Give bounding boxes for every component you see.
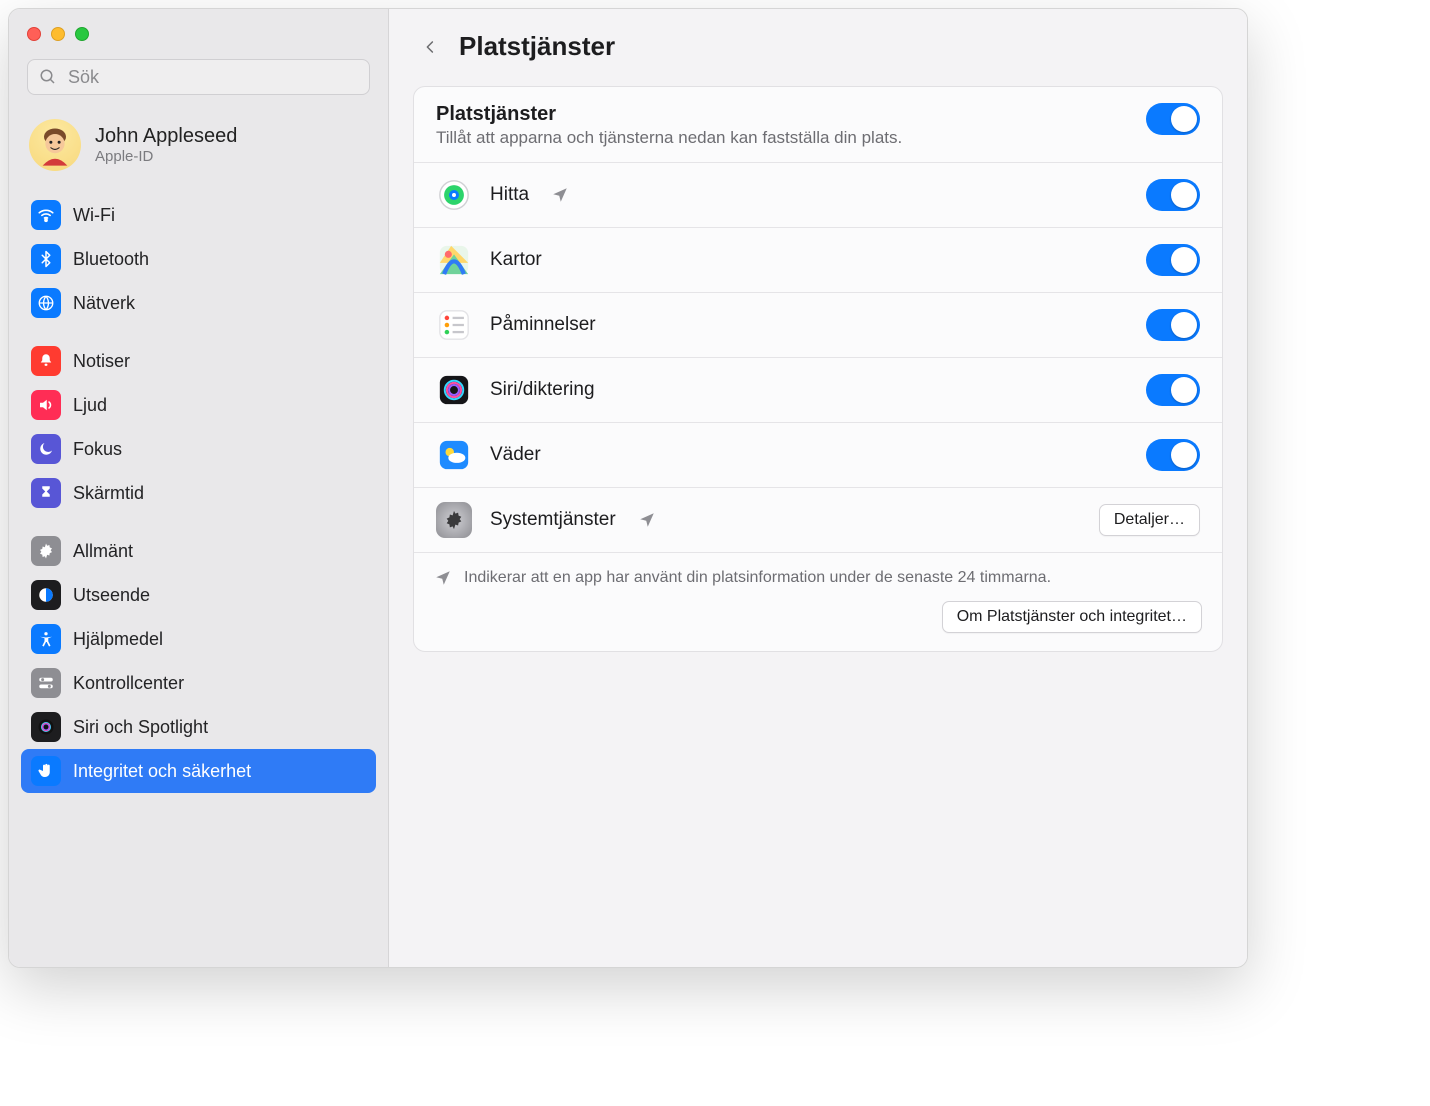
bell-icon: [31, 346, 61, 376]
findmy-icon: [436, 177, 472, 213]
sidebar-item-label: Utseende: [73, 585, 150, 606]
app-name: Väder: [490, 444, 541, 466]
siri-round-icon: [436, 372, 472, 408]
app-row-v-der: Väder: [414, 423, 1222, 488]
gear-icon: [436, 502, 472, 538]
search-input[interactable]: [27, 59, 370, 95]
app-row-p-minnelser: Påminnelser: [414, 293, 1222, 358]
sidebar-item-kontrollcenter[interactable]: Kontrollcenter: [21, 661, 376, 705]
sidebar-item-wi-fi[interactable]: Wi-Fi: [21, 193, 376, 237]
account-name: John Appleseed: [95, 125, 237, 148]
maximize-button[interactable]: [75, 27, 89, 41]
sidebar-item-utseende[interactable]: Utseende: [21, 573, 376, 617]
location-panel: Platstjänster Tillåt att apparna och tjä…: [413, 86, 1223, 652]
location-arrow-icon: [638, 511, 656, 529]
account-sub: Apple-ID: [95, 148, 237, 165]
sidebar-item-bluetooth[interactable]: Bluetooth: [21, 237, 376, 281]
app-row-kartor: Kartor: [414, 228, 1222, 293]
sound-icon: [31, 390, 61, 420]
maps-icon: [436, 242, 472, 278]
master-desc: Tillåt att apparna och tjänsterna nedan …: [436, 128, 1126, 148]
siri-icon: [31, 712, 61, 742]
sidebar-item-label: Siri och Spotlight: [73, 717, 208, 738]
app-row-siri-diktering: Siri/diktering: [414, 358, 1222, 423]
avatar: [29, 119, 81, 171]
about-privacy-button[interactable]: Om Platstjänster och integritet…: [942, 601, 1202, 633]
settings-window: John Appleseed Apple-ID Wi-Fi Bluetooth Nä…: [8, 8, 1248, 968]
wifi-icon: [31, 200, 61, 230]
master-title: Platstjänster: [436, 103, 1126, 126]
sidebar-item-sk-rmtid[interactable]: Skärmtid: [21, 471, 376, 515]
app-name: Hitta: [490, 184, 529, 206]
content-area: Platstjänster Platstjänster Tillåt att a…: [389, 9, 1247, 967]
sidebar-item-label: Wi-Fi: [73, 205, 115, 226]
app-name: Kartor: [490, 249, 542, 271]
page-title: Platstjänster: [459, 31, 615, 62]
moon-icon: [31, 434, 61, 464]
back-button[interactable]: [415, 32, 445, 62]
accessibility-icon: [31, 624, 61, 654]
close-button[interactable]: [27, 27, 41, 41]
weather-icon: [436, 437, 472, 473]
sidebar-item-hj-lpmedel[interactable]: Hjälpmedel: [21, 617, 376, 661]
app-row-hitta: Hitta: [414, 163, 1222, 228]
apple-id-item[interactable]: John Appleseed Apple-ID: [21, 113, 376, 189]
switches-icon: [31, 668, 61, 698]
sidebar-item-label: Bluetooth: [73, 249, 149, 270]
appearance-icon: [31, 580, 61, 610]
sidebar-item-label: Allmänt: [73, 541, 133, 562]
minimize-button[interactable]: [51, 27, 65, 41]
system-services-label: Systemtjänster: [490, 509, 616, 531]
sidebar-item-label: Nätverk: [73, 293, 135, 314]
sidebar-item-integritet-och-s-kerhet[interactable]: Integritet och säkerhet: [21, 749, 376, 793]
sidebar-item-label: Kontrollcenter: [73, 673, 184, 694]
sidebar-item-ljud[interactable]: Ljud: [21, 383, 376, 427]
sidebar-item-allm-nt[interactable]: Allmänt: [21, 529, 376, 573]
sidebar-item-siri-och-spotlight[interactable]: Siri och Spotlight: [21, 705, 376, 749]
location-arrow-icon: [551, 186, 569, 204]
content-header: Platstjänster: [389, 9, 1247, 76]
sidebar-item-n-tverk[interactable]: Nätverk: [21, 281, 376, 325]
footer-note-text: Indikerar att en app har använt din plat…: [464, 569, 1051, 587]
app-name: Påminnelser: [490, 314, 596, 336]
master-toggle[interactable]: [1146, 103, 1200, 135]
app-toggle-hitta[interactable]: [1146, 179, 1200, 211]
sidebar-item-fokus[interactable]: Fokus: [21, 427, 376, 471]
reminders-icon: [436, 307, 472, 343]
gear-icon: [31, 536, 61, 566]
globe-icon: [31, 288, 61, 318]
sidebar-item-notiser[interactable]: Notiser: [21, 339, 376, 383]
sidebar-item-label: Fokus: [73, 439, 122, 460]
location-arrow-icon: [434, 569, 452, 587]
system-services-row: Systemtjänster Detaljer…: [414, 488, 1222, 553]
sidebar-item-label: Hjälpmedel: [73, 629, 163, 650]
window-controls: [21, 19, 376, 55]
bluetooth-icon: [31, 244, 61, 274]
system-services-details-button[interactable]: Detaljer…: [1099, 504, 1200, 536]
footer-note: Indikerar att en app har använt din plat…: [434, 569, 1202, 587]
sidebar-item-label: Ljud: [73, 395, 107, 416]
app-toggle-siri-diktering[interactable]: [1146, 374, 1200, 406]
sidebar-item-label: Integritet och säkerhet: [73, 761, 251, 782]
search-icon: [39, 68, 57, 86]
app-toggle-v-der[interactable]: [1146, 439, 1200, 471]
hourglass-icon: [31, 478, 61, 508]
app-toggle-p-minnelser[interactable]: [1146, 309, 1200, 341]
app-name: Siri/diktering: [490, 379, 595, 401]
sidebar: John Appleseed Apple-ID Wi-Fi Bluetooth Nä…: [9, 9, 389, 967]
search-field[interactable]: [27, 59, 370, 95]
hand-icon: [31, 756, 61, 786]
sidebar-item-label: Skärmtid: [73, 483, 144, 504]
sidebar-item-label: Notiser: [73, 351, 130, 372]
app-toggle-kartor[interactable]: [1146, 244, 1200, 276]
master-toggle-row: Platstjänster Tillåt att apparna och tjä…: [414, 87, 1222, 163]
